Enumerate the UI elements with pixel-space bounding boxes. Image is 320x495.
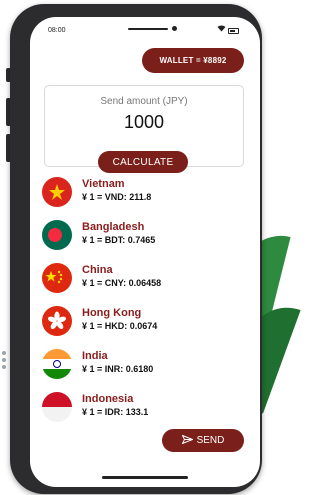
china-flag-icon [42,263,72,293]
exchange-rate: ¥ 1 = HKD: 0.0674 [82,321,158,331]
exchange-rate: ¥ 1 = VND: 211.8 [82,192,152,202]
bangladesh-flag-icon [42,220,72,250]
rate-row-vietnam[interactable]: Vietnam ¥ 1 = VND: 211.8 [42,177,252,217]
country-name: Vietnam [82,178,125,190]
battery-icon [228,28,239,34]
calculate-button[interactable]: CALCULATE [98,151,188,173]
exchange-rate: ¥ 1 = INR: 0.6180 [82,364,154,374]
country-name: India [82,350,108,362]
country-name: Hong Kong [82,307,142,319]
status-bar: 08:00 [30,17,260,39]
send-amount-input[interactable]: 1000 [45,112,243,133]
phone-frame: 08:00 WALLET = ¥8892 Send amount (JPY) 1… [10,4,262,494]
exchange-rate: ¥ 1 = IDR: 133.1 [82,407,149,417]
send-amount-label: Send amount (JPY) [100,96,188,107]
indonesia-flag-icon [42,392,72,422]
background-dots-decoration [2,348,8,378]
phone-screen: 08:00 WALLET = ¥8892 Send amount (JPY) 1… [30,17,260,487]
rate-row-bangladesh[interactable]: Bangladesh ¥ 1 = BDT: 0.7465 [42,220,252,260]
wallet-balance-button[interactable]: WALLET = ¥8892 [142,48,244,73]
send-label: SEND [196,435,225,446]
exchange-rate: ¥ 1 = CNY: 0.06458 [82,278,162,288]
vietnam-flag-icon [42,177,72,207]
india-flag-icon [42,349,72,379]
country-name: Indonesia [82,393,134,405]
wifi-icon [217,25,226,34]
hong-kong-flag-icon [42,306,72,336]
rate-row-india[interactable]: India ¥ 1 = INR: 0.6180 [42,349,252,389]
status-time: 08:00 [48,27,66,34]
country-name: Bangladesh [82,221,145,233]
rate-row-indonesia[interactable]: Indonesia ¥ 1 = IDR: 133.1 [42,392,252,432]
notch-speaker [128,28,168,30]
rate-row-china[interactable]: China ¥ 1 = CNY: 0.06458 [42,263,252,303]
rate-row-hong-kong[interactable]: Hong Kong ¥ 1 = HKD: 0.0674 [42,306,252,346]
send-icon [181,434,194,447]
send-button[interactable]: SEND [162,429,244,452]
exchange-rate: ¥ 1 = BDT: 0.7465 [82,235,156,245]
notch-camera [172,26,177,31]
country-name: China [82,264,113,276]
home-indicator [102,476,188,479]
